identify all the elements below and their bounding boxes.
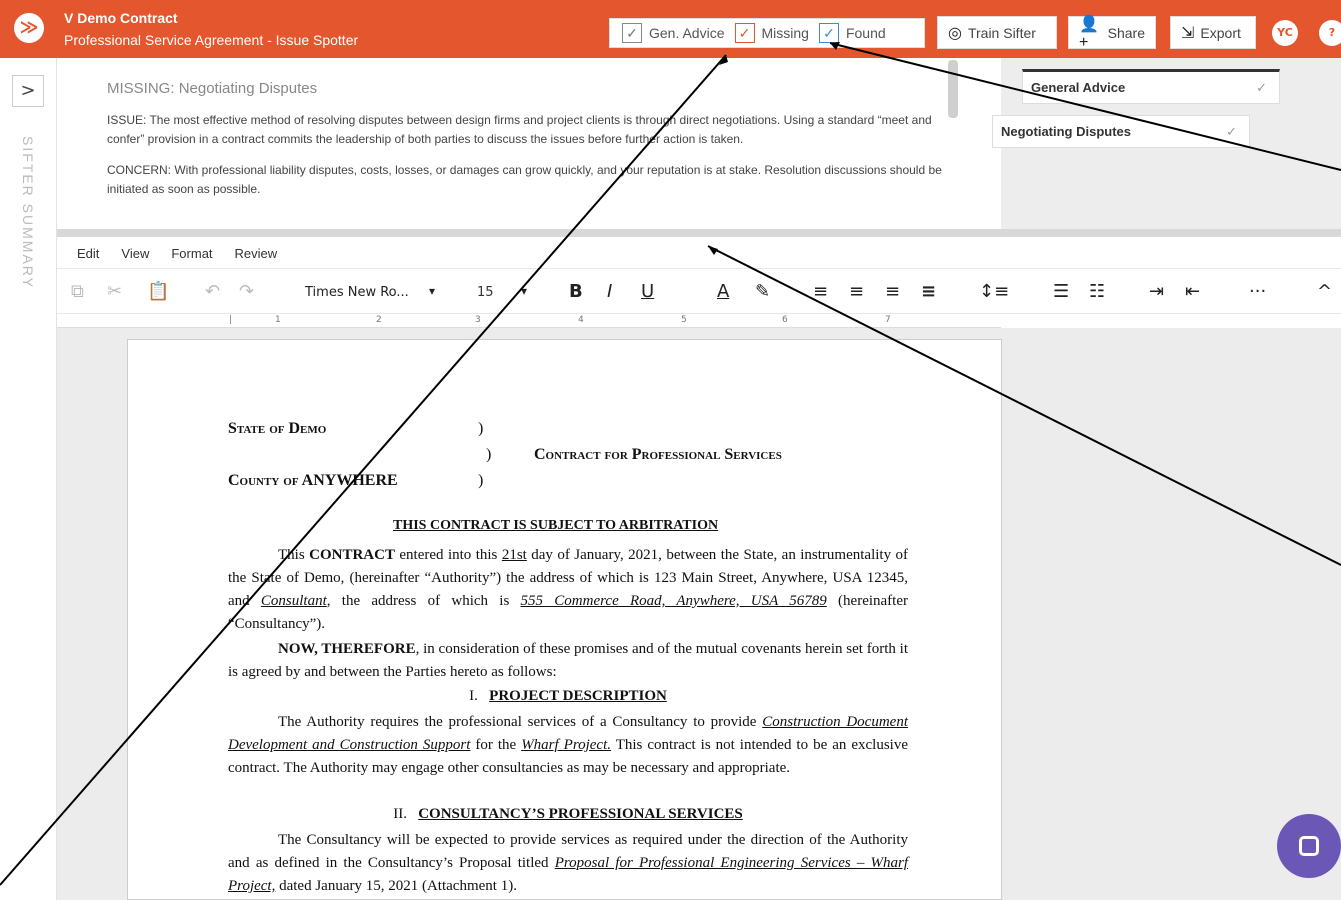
chevron-right-icon[interactable]: >: [12, 75, 44, 107]
section-2-heading: II. CONSULTANCY’S PROFESSIONAL SERVICES: [393, 806, 743, 822]
section-1-heading: I. PROJECT DESCRIPTION: [469, 688, 667, 704]
menu-format[interactable]: Format: [171, 246, 212, 261]
numbered-list-icon[interactable]: ☷: [1089, 281, 1105, 302]
align-left-icon[interactable]: ≡: [813, 281, 828, 302]
document-title: V Demo Contract: [64, 10, 178, 26]
paragraph-now-therefore: NOW, THEREFORE, in consideration of thes…: [228, 641, 908, 680]
export-label: Export: [1200, 24, 1241, 41]
highlight-icon[interactable]: ✎: [755, 281, 770, 302]
export-button[interactable]: ⇲ Export: [1170, 16, 1256, 49]
bullet-list-icon[interactable]: ☰: [1053, 281, 1069, 302]
redo-icon[interactable]: ↷: [239, 281, 254, 302]
filter-found[interactable]: ✓ Found: [818, 23, 886, 43]
collapse-toolbar-icon[interactable]: ^: [1317, 281, 1332, 302]
checkmark-icon: ✓: [1256, 79, 1267, 95]
chevron-down-icon[interactable]: ▾: [521, 284, 527, 298]
indent-icon[interactable]: ⇥: [1149, 281, 1164, 302]
contract-title: Contract for Professional Services: [534, 446, 782, 463]
font-family-select[interactable]: Times New Ro...: [305, 285, 409, 300]
italic-icon[interactable]: I: [607, 281, 612, 302]
menu-review[interactable]: Review: [235, 246, 278, 261]
panel-resize-handle[interactable]: [57, 229, 1341, 237]
county-heading: County of ANYWHERE: [228, 472, 398, 489]
underline-icon[interactable]: U: [641, 281, 654, 302]
concern-text: CONCERN: With professional liability dis…: [107, 163, 942, 196]
menu-view[interactable]: View: [121, 246, 149, 261]
share-label: Share: [1107, 24, 1145, 41]
undo-icon[interactable]: ↶: [205, 281, 220, 302]
arbitration-heading: THIS CONTRACT IS SUBJECT TO ARBITRATION: [393, 518, 719, 533]
sifter-logo-icon[interactable]: ≫: [14, 13, 44, 43]
issue-card-negotiating-disputes[interactable]: Negotiating Disputes ✓: [992, 115, 1250, 148]
issue-text: ISSUE: The most effective method of reso…: [107, 113, 932, 146]
copy-icon[interactable]: ⧉: [71, 281, 84, 302]
cut-icon[interactable]: ✂: [107, 281, 122, 302]
paren: ): [478, 420, 484, 437]
more-options-icon[interactable]: ···: [1249, 281, 1266, 302]
brain-icon: ◎: [948, 24, 962, 42]
sifter-summary-sidebar: > SIFTER SUMMARY: [0, 58, 57, 900]
document-page[interactable]: State of Demo ) ) Contract for Professio…: [127, 339, 1002, 900]
align-justify-icon[interactable]: ≡: [921, 281, 936, 302]
checkmark-icon: ✓: [1226, 123, 1237, 139]
filter-label-missing: Missing: [761, 25, 809, 41]
summary-scrollbar[interactable]: [948, 60, 958, 118]
filter-label-found: Found: [845, 25, 886, 41]
align-center-icon[interactable]: ≡: [849, 281, 864, 302]
paste-icon[interactable]: 📋: [147, 281, 169, 302]
checkbox-gen-advice[interactable]: ✓: [622, 23, 642, 43]
text-color-icon[interactable]: A: [717, 281, 729, 302]
filter-missing[interactable]: ✓ Missing: [734, 23, 809, 43]
missing-prefix: MISSING:: [107, 80, 175, 97]
export-icon: ⇲: [1181, 24, 1195, 42]
filter-gen-advice[interactable]: ✓ Gen. Advice: [622, 23, 725, 43]
editor-menu-bar: Edit View Format Review: [57, 238, 1341, 268]
state-heading: State of Demo: [228, 420, 327, 437]
add-user-icon: 👤+: [1079, 15, 1099, 51]
train-sifter-label: Train Sifter: [967, 24, 1036, 41]
user-avatar[interactable]: YC: [1272, 20, 1298, 46]
issue-card-general-advice[interactable]: General Advice ✓: [1022, 69, 1280, 104]
document-subtitle: Professional Service Agreement - Issue S…: [64, 32, 359, 48]
paragraph-project: The Authority requires the professional …: [228, 714, 908, 776]
outdent-icon[interactable]: ⇤: [1185, 281, 1200, 302]
train-sifter-button[interactable]: ◎ Train Sifter: [937, 16, 1057, 49]
top-bar: ≫ V Demo Contract Professional Service A…: [0, 0, 1341, 58]
checkbox-missing[interactable]: ✓: [734, 23, 755, 43]
paragraph-contract: This CONTRACT entered into this 21st day…: [228, 547, 908, 632]
formatting-toolbar: ⧉ ✂ 📋 ↶ ↷ Times New Ro... ▾ 15 ▾ B I U A…: [57, 268, 1341, 314]
share-button[interactable]: 👤+ Share: [1068, 15, 1156, 51]
chat-launcher-button[interactable]: [1277, 814, 1341, 878]
paren: ): [486, 446, 492, 463]
paragraph-services: The Consultancy will be expected to prov…: [228, 832, 908, 894]
issue-list-panel: General Advice ✓ Negotiating Disputes ✓: [992, 58, 1341, 230]
menu-edit[interactable]: Edit: [77, 246, 99, 261]
missing-title: Negotiating Disputes: [178, 80, 318, 97]
chevron-down-icon[interactable]: ▾: [429, 284, 435, 298]
issue-summary-panel: MISSING: Negotiating Disputes ISSUE: The…: [57, 58, 1001, 230]
checkbox-found[interactable]: ✓: [818, 23, 839, 43]
line-spacing-icon[interactable]: ↕≡: [979, 281, 1009, 302]
missing-heading: MISSING: Negotiating Disputes: [107, 80, 951, 97]
align-right-icon[interactable]: ≡: [885, 281, 900, 302]
ruler[interactable]: | 1 2 3 4 5 6 7: [57, 314, 1001, 328]
paren: ): [478, 472, 484, 489]
sidebar-label: SIFTER SUMMARY: [20, 136, 36, 289]
issue-filter-group: ✓ Gen. Advice ✓ Missing ✓ Found: [609, 18, 925, 48]
font-size-select[interactable]: 15: [477, 285, 494, 300]
issue-card-label: General Advice: [1031, 80, 1126, 95]
chat-icon: [1299, 836, 1319, 856]
bold-icon[interactable]: B: [569, 281, 583, 302]
filter-label-gen-advice: Gen. Advice: [649, 25, 725, 41]
issue-card-label: Negotiating Disputes: [1001, 124, 1132, 139]
help-button[interactable]: ?: [1319, 20, 1341, 46]
